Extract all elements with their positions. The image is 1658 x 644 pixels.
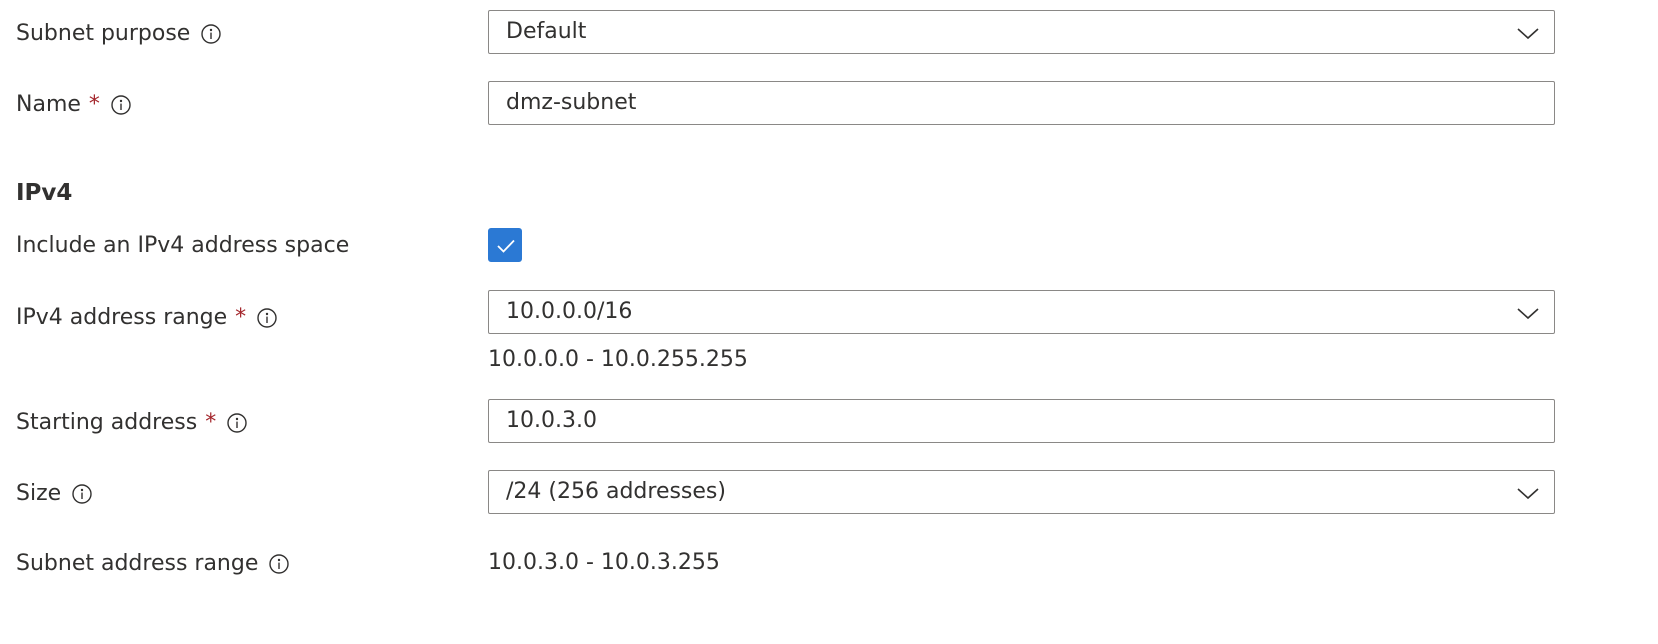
subnet-address-range-label: Subnet address range	[16, 549, 290, 579]
starting-address-input[interactable]: 10.0.3.0	[488, 399, 1555, 443]
subnet-purpose-value: Default	[506, 19, 587, 44]
ipv4-address-range-label: IPv4 address range *	[16, 303, 277, 333]
name-label: Name *	[16, 90, 131, 120]
required-marker: *	[205, 410, 217, 435]
size-label-text: Size	[16, 481, 62, 506]
info-icon[interactable]	[227, 413, 247, 433]
name-value: dmz-subnet	[506, 90, 637, 115]
checkmark-icon	[497, 239, 515, 253]
name-label-text: Name	[16, 92, 81, 117]
include-ipv4-label: Include an IPv4 address space	[16, 231, 349, 261]
starting-address-label-text: Starting address	[16, 410, 198, 435]
required-marker: *	[235, 305, 247, 330]
include-ipv4-checkbox[interactable]	[488, 228, 522, 262]
ipv4-section-heading: IPv4	[16, 180, 73, 206]
subnet-purpose-label-text: Subnet purpose	[16, 21, 191, 46]
starting-address-value: 10.0.3.0	[506, 408, 597, 433]
size-label: Size	[16, 479, 92, 509]
subnet-purpose-label: Subnet purpose	[16, 19, 222, 49]
starting-address-label: Starting address *	[16, 408, 247, 438]
ipv4-address-range-dropdown[interactable]: 10.0.0.0/16	[488, 290, 1555, 334]
subnet-address-range-value: 10.0.3.0 - 10.0.3.255	[488, 550, 720, 575]
info-icon[interactable]	[257, 308, 277, 328]
ipv4-address-range-label-text: IPv4 address range	[16, 305, 228, 330]
include-ipv4-label-text: Include an IPv4 address space	[16, 233, 350, 258]
info-icon[interactable]	[269, 554, 290, 574]
info-icon[interactable]	[201, 24, 222, 44]
ipv4-address-range-value: 10.0.0.0/16	[506, 299, 633, 324]
info-icon[interactable]	[72, 484, 92, 504]
info-icon[interactable]	[111, 95, 131, 115]
size-dropdown[interactable]: /24 (256 addresses)	[488, 470, 1555, 514]
size-value: /24 (256 addresses)	[506, 479, 726, 504]
required-marker: *	[88, 92, 100, 117]
ipv4-range-text: 10.0.0.0 - 10.0.255.255	[488, 347, 748, 372]
name-input[interactable]: dmz-subnet	[488, 81, 1555, 125]
chevron-down-icon	[1516, 483, 1540, 503]
subnet-purpose-dropdown[interactable]: Default	[488, 10, 1555, 54]
subnet-address-range-label-text: Subnet address range	[16, 551, 259, 576]
chevron-down-icon	[1516, 303, 1540, 323]
chevron-down-icon	[1516, 23, 1540, 43]
